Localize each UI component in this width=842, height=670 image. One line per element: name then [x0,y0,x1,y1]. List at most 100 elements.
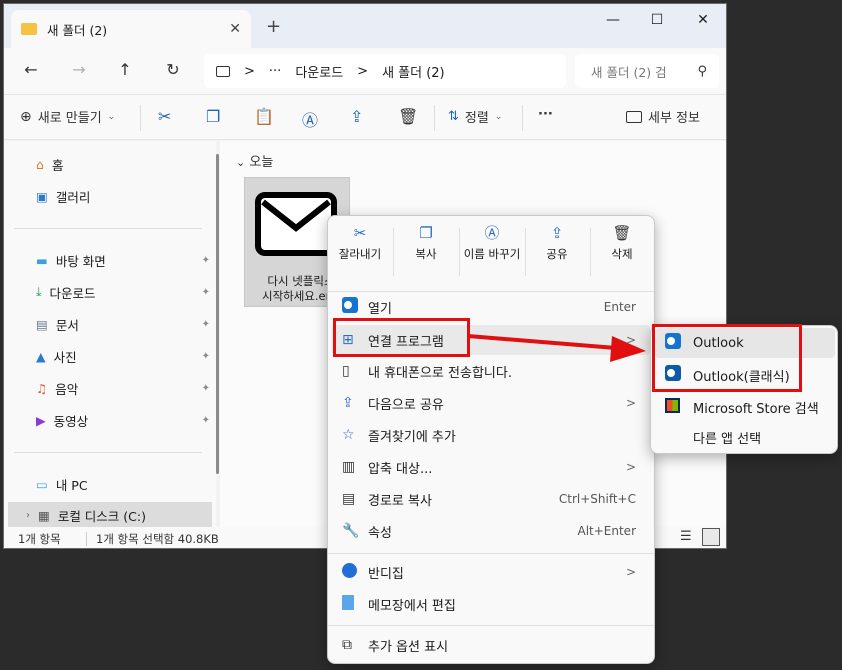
breadcrumb-more[interactable]: ··· [269,64,281,79]
rename-button[interactable]: Ⓐ [302,107,318,131]
more-options-icon: ⧉ [342,637,352,653]
share-button[interactable]: ⇪ [350,107,363,126]
menu-label: 추가 옵션 표시 [368,639,449,655]
sidebar-item-videos[interactable]: ▶ 동영상 ✦ [36,408,210,432]
details-label: 세부 정보 [648,111,700,126]
up-button[interactable]: ↑ [114,60,136,79]
rename-icon: Ⓐ [302,111,319,130]
search-icon: ⚲ [697,63,707,79]
menu-item-add-favorites[interactable]: ☆ 즐겨찾기에 추가 [332,420,650,450]
menu-item-bandizip[interactable]: 반디집 > [332,557,650,587]
breadcrumb-new-folder[interactable]: 새 폴더 (2) [382,62,445,81]
bandizip-icon [342,562,368,582]
download-icon: ⤓ [36,284,42,299]
share-icon: ⇪ [350,107,364,126]
refresh-button[interactable]: ↻ [162,60,184,79]
sidebar-item-label: 바탕 화면 [55,253,106,269]
close-tab-icon[interactable]: ✕ [229,21,241,37]
maximize-button[interactable]: ☐ [642,12,672,28]
highlight-box-open-with [333,318,470,357]
sidebar-item-local-disk[interactable]: › ▦ 로컬 디스크 (C:) [26,503,200,527]
delete-button[interactable]: 🗑 [398,107,418,126]
menu-label: 경로로 복사 [368,493,432,509]
navigation-pane: ⌂ 홈 ▣ 갤러리 ▬ 바탕 화면 ✦ ⤓ 다운로드 ✦ ▤ 문서 ✦ ▲ 사진 ✦ ♫ 음악 ✦ ▶ 동… [4,141,216,528]
item-count: 1개 항목 [18,532,61,546]
folder-icon [21,23,37,35]
more-options-button[interactable]: ··· [538,107,553,122]
share-icon: ⇪ [550,224,564,242]
home-icon: ⌂ [36,156,44,172]
nav-divider [14,228,202,229]
new-tab-button[interactable]: + [266,16,281,37]
sidebar-item-label: 홈 [51,157,64,173]
forward-button[interactable]: → [68,60,90,79]
action-label: 잘라내기 [338,247,382,261]
search-box[interactable]: 새 폴더 (2) 검 ⚲ [575,54,719,88]
details-pane-icon [626,110,642,123]
menu-item-show-more-options[interactable]: ⧉ 추가 옵션 표시 [332,630,650,660]
action-label: 삭제 [611,247,633,261]
sidebar-item-this-pc[interactable]: ▭ 내 PC [36,472,210,496]
navigation-bar: ← → ↑ ↻ > ··· 다운로드 > 새 폴더 (2) 새 폴더 (2) 검… [4,48,726,94]
tab-bar: 새 폴더 (2) ✕ + — ☐ ✕ [4,4,726,48]
pc-icon: ▭ [36,476,48,492]
document-icon: ▤ [36,316,48,332]
details-button[interactable]: 세부 정보 [626,107,700,126]
computer-icon [216,65,230,77]
menu-label: 속성 [368,525,392,541]
menu-divider [328,625,654,626]
action-label: 공유 [546,247,568,261]
video-icon: ▶ [36,412,46,428]
copy-button[interactable]: ❐ [206,107,220,126]
sidebar-item-downloads[interactable]: ⤓ 다운로드 ✦ [36,280,210,304]
pin-icon: ✦ [201,382,210,394]
nav-divider [14,452,202,453]
toolbar-divider [140,105,141,131]
rename-action[interactable]: Ⓐ 이름 바꾸기 [459,226,525,262]
submenu-item-choose-app[interactable]: 다른 앱 선택 [655,422,835,452]
group-header-today[interactable]: ⌄ 오늘 [236,151,273,170]
list-view-icon[interactable]: ☰ [680,529,692,544]
menu-item-properties[interactable]: 🔧 속성 Alt+Enter [332,516,650,546]
new-button[interactable]: ⊕ 새로 만들기 ⌄ [20,107,116,127]
menu-item-compress-to[interactable]: ▥ 압축 대상... > [332,452,650,482]
delete-action[interactable]: 🗑 삭제 [590,226,654,262]
nav-scrollbar[interactable] [216,154,219,474]
gallery-icon: ▣ [36,188,48,204]
sidebar-item-pictures[interactable]: ▲ 사진 ✦ [36,344,210,368]
selection-info: 1개 항목 선택함 40.8KB [96,532,219,546]
new-label: 새로 만들기 [37,111,102,126]
sidebar-item-music[interactable]: ♫ 음악 ✦ [36,376,210,400]
menu-item-copy-as-path[interactable]: ▤ 경로로 복사 Ctrl+Shift+C [332,484,650,514]
zip-folder-icon: ▥ [342,459,356,475]
paste-button[interactable]: 📋 [254,107,274,126]
tab-title: 새 폴더 (2) [47,22,108,38]
chevron-down-icon: ⌄ [236,156,246,169]
submenu-item-store-search[interactable]: Microsoft Store 검색 [655,392,835,422]
address-bar[interactable]: > ··· 다운로드 > 새 폴더 (2) [204,54,566,88]
cut-button[interactable]: ✂ [158,107,171,126]
sidebar-item-home[interactable]: ⌂ 홈 [36,152,210,176]
sidebar-item-desktop[interactable]: ▬ 바탕 화면 ✦ [36,248,210,272]
tab-new-folder-2[interactable]: 새 폴더 (2) ✕ [11,10,251,48]
pin-icon: ✦ [201,414,210,426]
copy-action[interactable]: ❐ 복사 [394,226,458,262]
action-label: 복사 [415,247,437,261]
drive-icon: ▦ [38,507,50,523]
sidebar-item-gallery[interactable]: ▣ 갤러리 [36,184,210,208]
minimize-button[interactable]: — [598,12,628,28]
share-action[interactable]: ⇪ 공유 [525,226,589,262]
chevron-down-icon: ⌄ [107,111,116,122]
path-icon: ▤ [342,491,356,507]
menu-item-share-with[interactable]: ⇪ 다음으로 공유 > [332,388,650,418]
breadcrumb-downloads[interactable]: 다운로드 [295,62,343,81]
cut-action[interactable]: ✂ 잘라내기 [328,226,392,262]
tile-view-icon[interactable] [702,528,720,546]
back-button[interactable]: ← [20,60,42,79]
close-window-button[interactable]: ✕ [688,12,718,28]
sort-button[interactable]: ⇅ 정렬 ⌄ [448,107,502,126]
sidebar-item-documents[interactable]: ▤ 문서 ✦ [36,312,210,336]
breadcrumb-sep: > [357,63,369,79]
menu-divider [328,553,654,554]
menu-item-edit-notepad[interactable]: 메모장에서 편집 [332,589,650,619]
